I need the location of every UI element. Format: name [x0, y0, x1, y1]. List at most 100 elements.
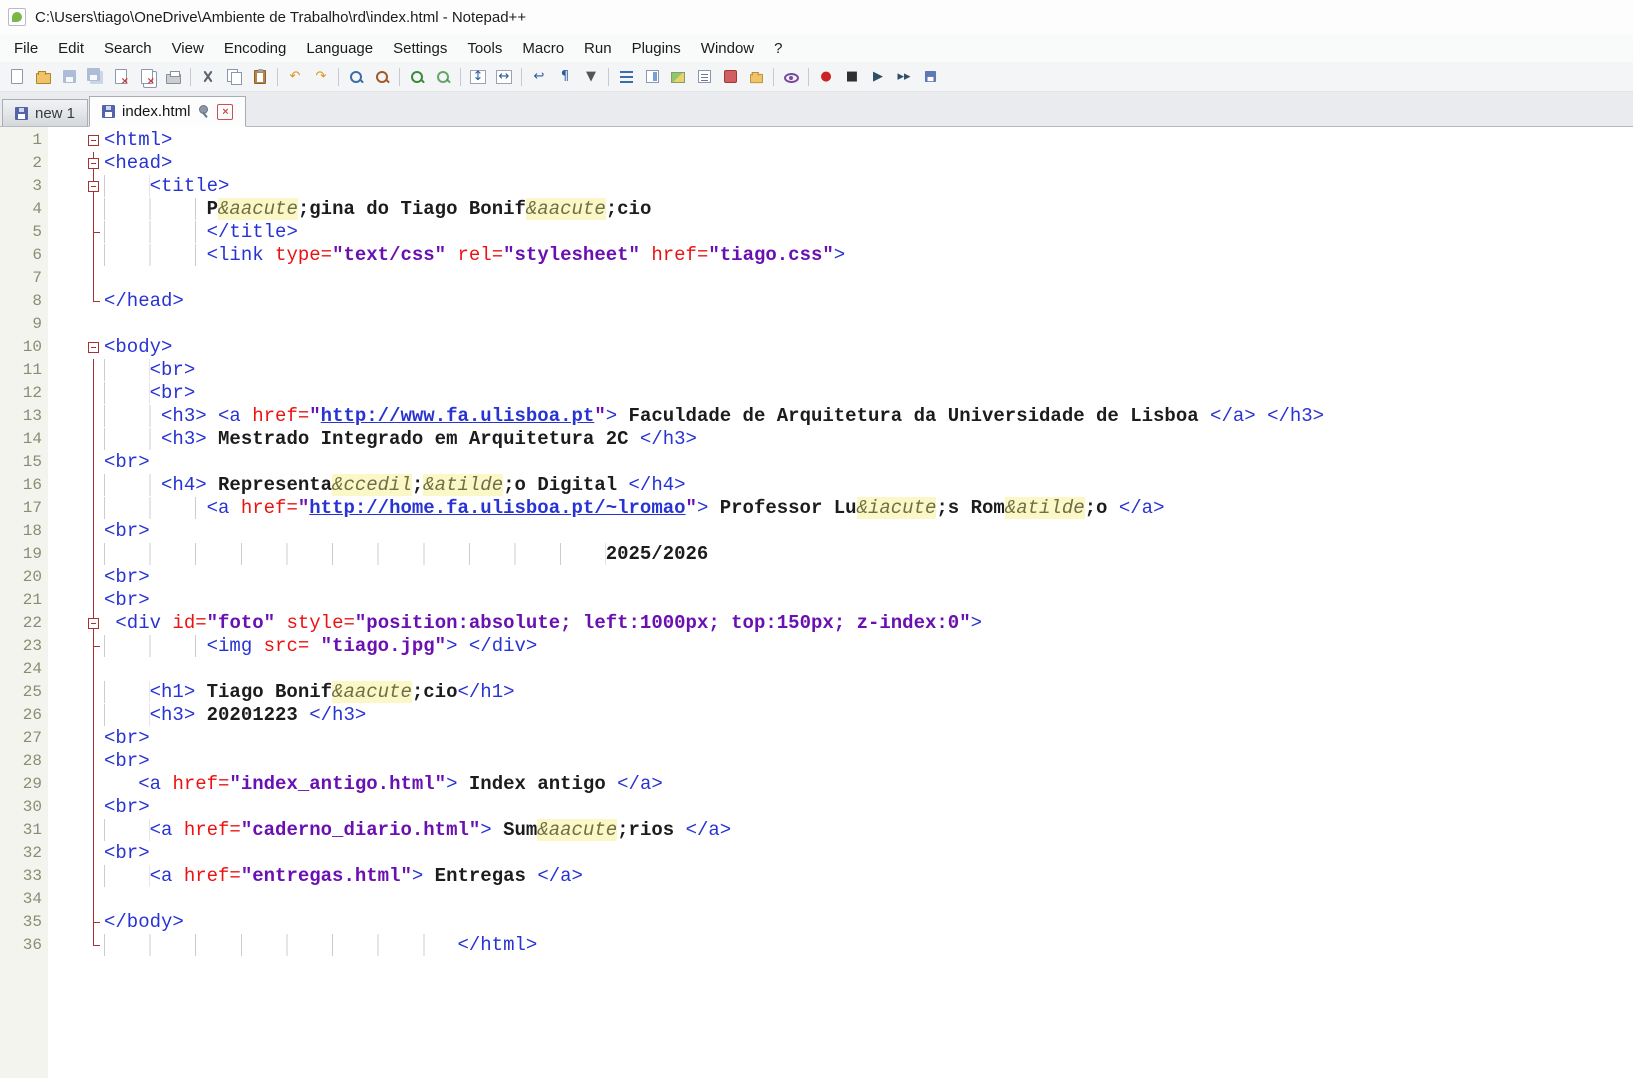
code-text[interactable]: <body> [104, 336, 1633, 359]
code-text[interactable]: <br> [104, 750, 1633, 773]
code-text[interactable] [104, 313, 1633, 336]
redo-button[interactable]: ↷ [309, 65, 333, 89]
code-text[interactable]: </body> [104, 911, 1633, 934]
save-button[interactable] [57, 65, 81, 89]
code-text[interactable]: <h3> <a href="http://www.fa.ulisboa.pt">… [104, 405, 1633, 428]
line-number[interactable]: 29 [0, 773, 48, 796]
cut-button[interactable] [196, 65, 220, 89]
line-number[interactable]: 3 [0, 175, 48, 198]
file-monitoring-button[interactable] [779, 65, 803, 89]
code-text[interactable]: <head> [104, 152, 1633, 175]
sync-horizontal-scroll-button[interactable]: ↔ [492, 65, 516, 89]
function-list-button[interactable] [614, 65, 638, 89]
fold-collapse-icon[interactable] [88, 617, 99, 629]
show-all-characters-button[interactable]: ¶ [553, 65, 577, 89]
code-text[interactable]: <a href="caderno_diario.html"> Sum&aacut… [104, 819, 1633, 842]
code-text[interactable]: <div id="foto" style="position:absolute;… [104, 612, 1633, 635]
find-button[interactable] [344, 65, 368, 89]
line-number[interactable]: 4 [0, 198, 48, 221]
code-text[interactable]: <h3> Mestrado Integrado em Arquitetura 2… [104, 428, 1633, 451]
document-snapshot-button[interactable] [666, 65, 690, 89]
code-text[interactable]: <br> [104, 451, 1633, 474]
code-text[interactable]: <h3> 20201223 </h3> [104, 704, 1633, 727]
line-number[interactable]: 20 [0, 566, 48, 589]
line-number[interactable]: 36 [0, 934, 48, 957]
menu-edit[interactable]: Edit [48, 34, 94, 62]
code-text[interactable] [104, 888, 1633, 911]
menu-macro[interactable]: Macro [512, 34, 574, 62]
line-number[interactable]: 16 [0, 474, 48, 497]
line-number[interactable]: 15 [0, 451, 48, 474]
close-tab-icon[interactable]: × [217, 103, 234, 120]
code-text[interactable]: </title> [104, 221, 1633, 244]
line-number[interactable]: 17 [0, 497, 48, 520]
close-file-button[interactable] [109, 65, 133, 89]
line-number[interactable]: 22 [0, 612, 48, 635]
code-text[interactable]: <title> [104, 175, 1633, 198]
code-text[interactable]: <html> [104, 129, 1633, 152]
line-number[interactable]: 18 [0, 520, 48, 543]
open-file-button[interactable] [31, 65, 55, 89]
word-wrap-button[interactable]: ↩ [527, 65, 551, 89]
menu-help[interactable]: ? [764, 34, 792, 62]
zoom-out-button[interactable] [431, 65, 455, 89]
fold-collapse-icon[interactable] [88, 341, 99, 353]
code-text[interactable]: <a href="entregas.html"> Entregas </a> [104, 865, 1633, 888]
line-number[interactable]: 28 [0, 750, 48, 773]
line-number[interactable]: 1 [0, 129, 48, 152]
code-text[interactable]: <br> [104, 566, 1633, 589]
code-text[interactable]: </html> [104, 934, 1633, 957]
zoom-in-button[interactable] [405, 65, 429, 89]
line-number[interactable]: 14 [0, 428, 48, 451]
line-number[interactable]: 27 [0, 727, 48, 750]
pin-tab-icon[interactable] [197, 104, 210, 119]
code-text[interactable]: <a href="index_antigo.html"> Index antig… [104, 773, 1633, 796]
line-number[interactable]: 25 [0, 681, 48, 704]
line-number[interactable]: 5 [0, 221, 48, 244]
paste-button[interactable] [248, 65, 272, 89]
code-text[interactable] [104, 658, 1633, 681]
line-number[interactable]: 12 [0, 382, 48, 405]
menu-view[interactable]: View [162, 34, 214, 62]
code-text[interactable]: 2025/2026 [104, 543, 1633, 566]
menu-run[interactable]: Run [574, 34, 622, 62]
macro-save-button[interactable] [918, 65, 942, 89]
line-number[interactable]: 7 [0, 267, 48, 290]
line-number[interactable]: 23 [0, 635, 48, 658]
line-number[interactable]: 35 [0, 911, 48, 934]
macro-run-multiple-button[interactable]: ▸▸ [892, 65, 916, 89]
sync-vertical-scroll-button[interactable]: ↕ [466, 65, 490, 89]
menu-tools[interactable]: Tools [457, 34, 512, 62]
document-map-button[interactable] [640, 65, 664, 89]
fold-collapse-icon[interactable] [88, 180, 99, 192]
line-number[interactable]: 32 [0, 842, 48, 865]
folder-as-workspace-button[interactable] [744, 65, 768, 89]
line-number[interactable]: 21 [0, 589, 48, 612]
code-text[interactable]: P&aacute;gina do Tiago Bonif&aacute;cio [104, 198, 1633, 221]
code-text[interactable]: </head> [104, 290, 1633, 313]
line-number[interactable]: 26 [0, 704, 48, 727]
code-text[interactable]: <br> [104, 796, 1633, 819]
save-all-button[interactable] [83, 65, 107, 89]
code-text[interactable]: <img src= "tiago.jpg"> </div> [104, 635, 1633, 658]
line-number[interactable]: 24 [0, 658, 48, 681]
plugin-icon-button[interactable] [718, 65, 742, 89]
menu-settings[interactable]: Settings [383, 34, 457, 62]
toolbar-dropdown-button[interactable]: ▼ [579, 65, 603, 89]
code-text[interactable]: <br> [104, 727, 1633, 750]
copy-button[interactable] [222, 65, 246, 89]
menu-plugins[interactable]: Plugins [622, 34, 691, 62]
line-number[interactable]: 8 [0, 290, 48, 313]
code-text[interactable]: <br> [104, 842, 1633, 865]
macro-playback-button[interactable]: ▶ [866, 65, 890, 89]
line-number[interactable]: 31 [0, 819, 48, 842]
line-number[interactable]: 2 [0, 152, 48, 175]
tab-index-html[interactable]: index.html × [89, 96, 247, 127]
tab-new-1[interactable]: new 1 [2, 99, 89, 126]
line-number[interactable]: 13 [0, 405, 48, 428]
line-number[interactable]: 33 [0, 865, 48, 888]
line-number[interactable]: 6 [0, 244, 48, 267]
line-number[interactable]: 34 [0, 888, 48, 911]
print-button[interactable] [161, 65, 185, 89]
fold-collapse-icon[interactable] [88, 134, 99, 146]
